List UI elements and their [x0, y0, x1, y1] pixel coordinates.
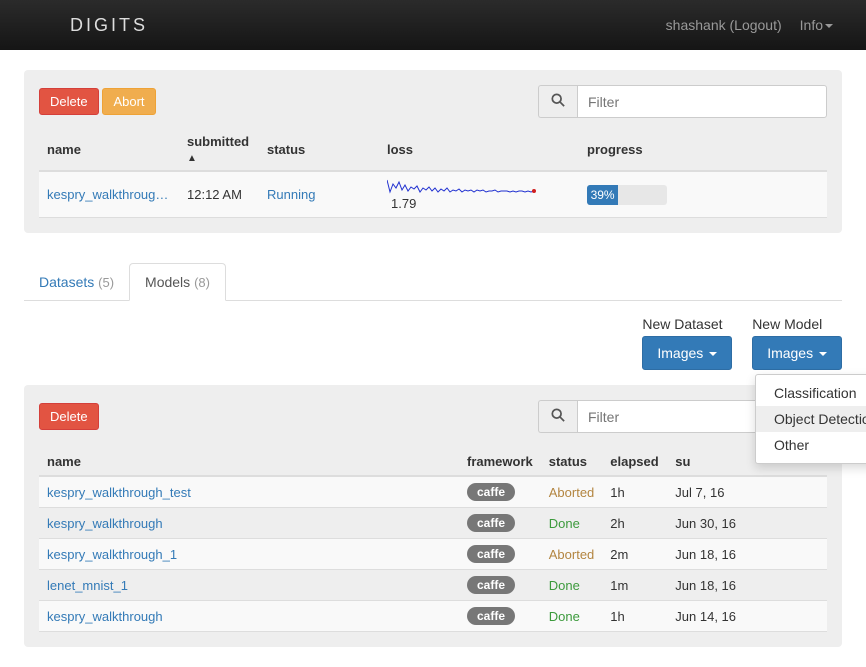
model-name-link[interactable]: lenet_mnist_1 — [47, 578, 128, 593]
model-submitted: Jun 18, 16 — [667, 539, 827, 570]
images-label: Images — [657, 345, 703, 361]
model-row: kespry_walkthrough caffe Done 1hJun 14, 16 — [39, 601, 827, 632]
filter-input[interactable] — [577, 85, 827, 118]
tabs: Datasets (5) Models (8) — [24, 263, 842, 301]
model-status: Done — [549, 578, 580, 593]
running-jobs-table: name submitted ▲ status loss progress ke… — [39, 128, 827, 218]
model-row: kespry_walkthrough caffe Done 2hJun 30, 16 — [39, 508, 827, 539]
caret-down-icon — [819, 352, 827, 356]
search-icon — [538, 400, 577, 433]
delete-button[interactable]: Delete — [39, 88, 99, 115]
navbar: DIGITS shashank (Logout) Info — [0, 0, 866, 50]
model-name-link[interactable]: kespry_walkthrough — [47, 516, 163, 531]
col-status[interactable]: status — [259, 128, 379, 171]
abort-button[interactable]: Abort — [102, 88, 155, 115]
models-table: name framework status elapsed su kespry_… — [39, 448, 827, 632]
model-status: Aborted — [549, 485, 595, 500]
info-menu[interactable]: Info — [800, 17, 833, 33]
col-status[interactable]: status — [541, 448, 603, 476]
model-submitted: Jun 30, 16 — [667, 508, 827, 539]
col-submitted-label: submitted — [187, 134, 249, 149]
framework-badge: caffe — [467, 545, 515, 563]
model-elapsed: 1h — [602, 601, 667, 632]
dropdown-classification[interactable]: Classification — [756, 380, 866, 406]
new-model-dropdown: Classification Object Detection Other — [755, 374, 866, 464]
model-name-link[interactable]: kespry_walkthrough_1 — [47, 547, 177, 562]
dropdown-other[interactable]: Other — [756, 432, 866, 458]
actions-row: New Dataset Images New Model Images Clas… — [24, 316, 842, 370]
loss-value: 1.79 — [391, 196, 416, 211]
model-name-link[interactable]: kespry_walkthrough — [47, 609, 163, 624]
framework-badge: caffe — [467, 483, 515, 501]
model-row: lenet_mnist_1 caffe Done 1mJun 18, 16 — [39, 570, 827, 601]
model-submitted: Jun 14, 16 — [667, 601, 827, 632]
job-loss-cell: 1.79 — [379, 171, 579, 218]
model-elapsed: 2h — [602, 508, 667, 539]
model-row: kespry_walkthrough_test caffe Aborted 1hJul… — [39, 476, 827, 508]
tab-models-count: (8) — [194, 275, 210, 290]
model-name-link[interactable]: kespry_walkthrough_test — [47, 485, 191, 500]
framework-badge: caffe — [467, 607, 515, 625]
model-status: Done — [549, 609, 580, 624]
caret-down-icon — [709, 352, 717, 356]
brand-logo[interactable]: DIGITS — [70, 15, 148, 36]
user-logout-link[interactable]: shashank (Logout) — [666, 17, 782, 33]
model-status: Aborted — [549, 547, 595, 562]
sort-asc-icon: ▲ — [187, 153, 197, 164]
images-label: Images — [767, 345, 813, 361]
col-elapsed[interactable]: elapsed — [602, 448, 667, 476]
model-elapsed: 2m — [602, 539, 667, 570]
framework-badge: caffe — [467, 576, 515, 594]
progress-fill: 39% — [587, 185, 618, 205]
col-name[interactable]: name — [39, 128, 179, 171]
new-model-images-button[interactable]: Images — [752, 336, 842, 370]
new-dataset-col: New Dataset Images — [642, 316, 732, 370]
model-submitted: Jun 18, 16 — [667, 570, 827, 601]
job-submitted: 12:12 AM — [179, 171, 259, 218]
tab-models-label: Models — [145, 274, 190, 290]
col-loss[interactable]: loss — [379, 128, 579, 171]
delete-models-button[interactable]: Delete — [39, 403, 99, 430]
tab-datasets-count: (5) — [98, 275, 114, 290]
model-submitted: Jul 7, 16 — [667, 476, 827, 508]
caret-down-icon — [825, 24, 833, 28]
job-status[interactable]: Running — [267, 187, 315, 202]
model-elapsed: 1m — [602, 570, 667, 601]
info-label: Info — [800, 17, 823, 33]
new-dataset-images-button[interactable]: Images — [642, 336, 732, 370]
progress-bar: 39% — [587, 185, 667, 205]
models-panel: Delete name framework status elapsed su … — [24, 385, 842, 647]
new-dataset-label: New Dataset — [642, 316, 732, 332]
model-status: Done — [549, 516, 580, 531]
model-row: kespry_walkthrough_1 caffe Aborted 2mJun 18… — [39, 539, 827, 570]
new-model-col: New Model Images — [752, 316, 842, 370]
framework-badge: caffe — [467, 514, 515, 532]
running-jobs-panel: Delete Abort name submitted ▲ status — [24, 70, 842, 233]
col-name[interactable]: name — [39, 448, 459, 476]
col-submitted[interactable]: submitted ▲ — [179, 128, 259, 171]
col-framework[interactable]: framework — [459, 448, 541, 476]
loss-sparkline — [387, 178, 537, 196]
job-name-link[interactable]: kespry_walkthroug… — [47, 187, 168, 202]
dropdown-object-detection[interactable]: Object Detection — [756, 406, 866, 432]
model-elapsed: 1h — [602, 476, 667, 508]
search-icon — [538, 85, 577, 118]
new-model-label: New Model — [752, 316, 842, 332]
tab-datasets[interactable]: Datasets (5) — [24, 264, 129, 300]
tab-datasets-label: Datasets — [39, 274, 94, 290]
running-job-row: kespry_walkthroug… 12:12 AM Running 1.79… — [39, 171, 827, 218]
col-progress[interactable]: progress — [579, 128, 827, 171]
tab-models[interactable]: Models (8) — [129, 263, 226, 301]
